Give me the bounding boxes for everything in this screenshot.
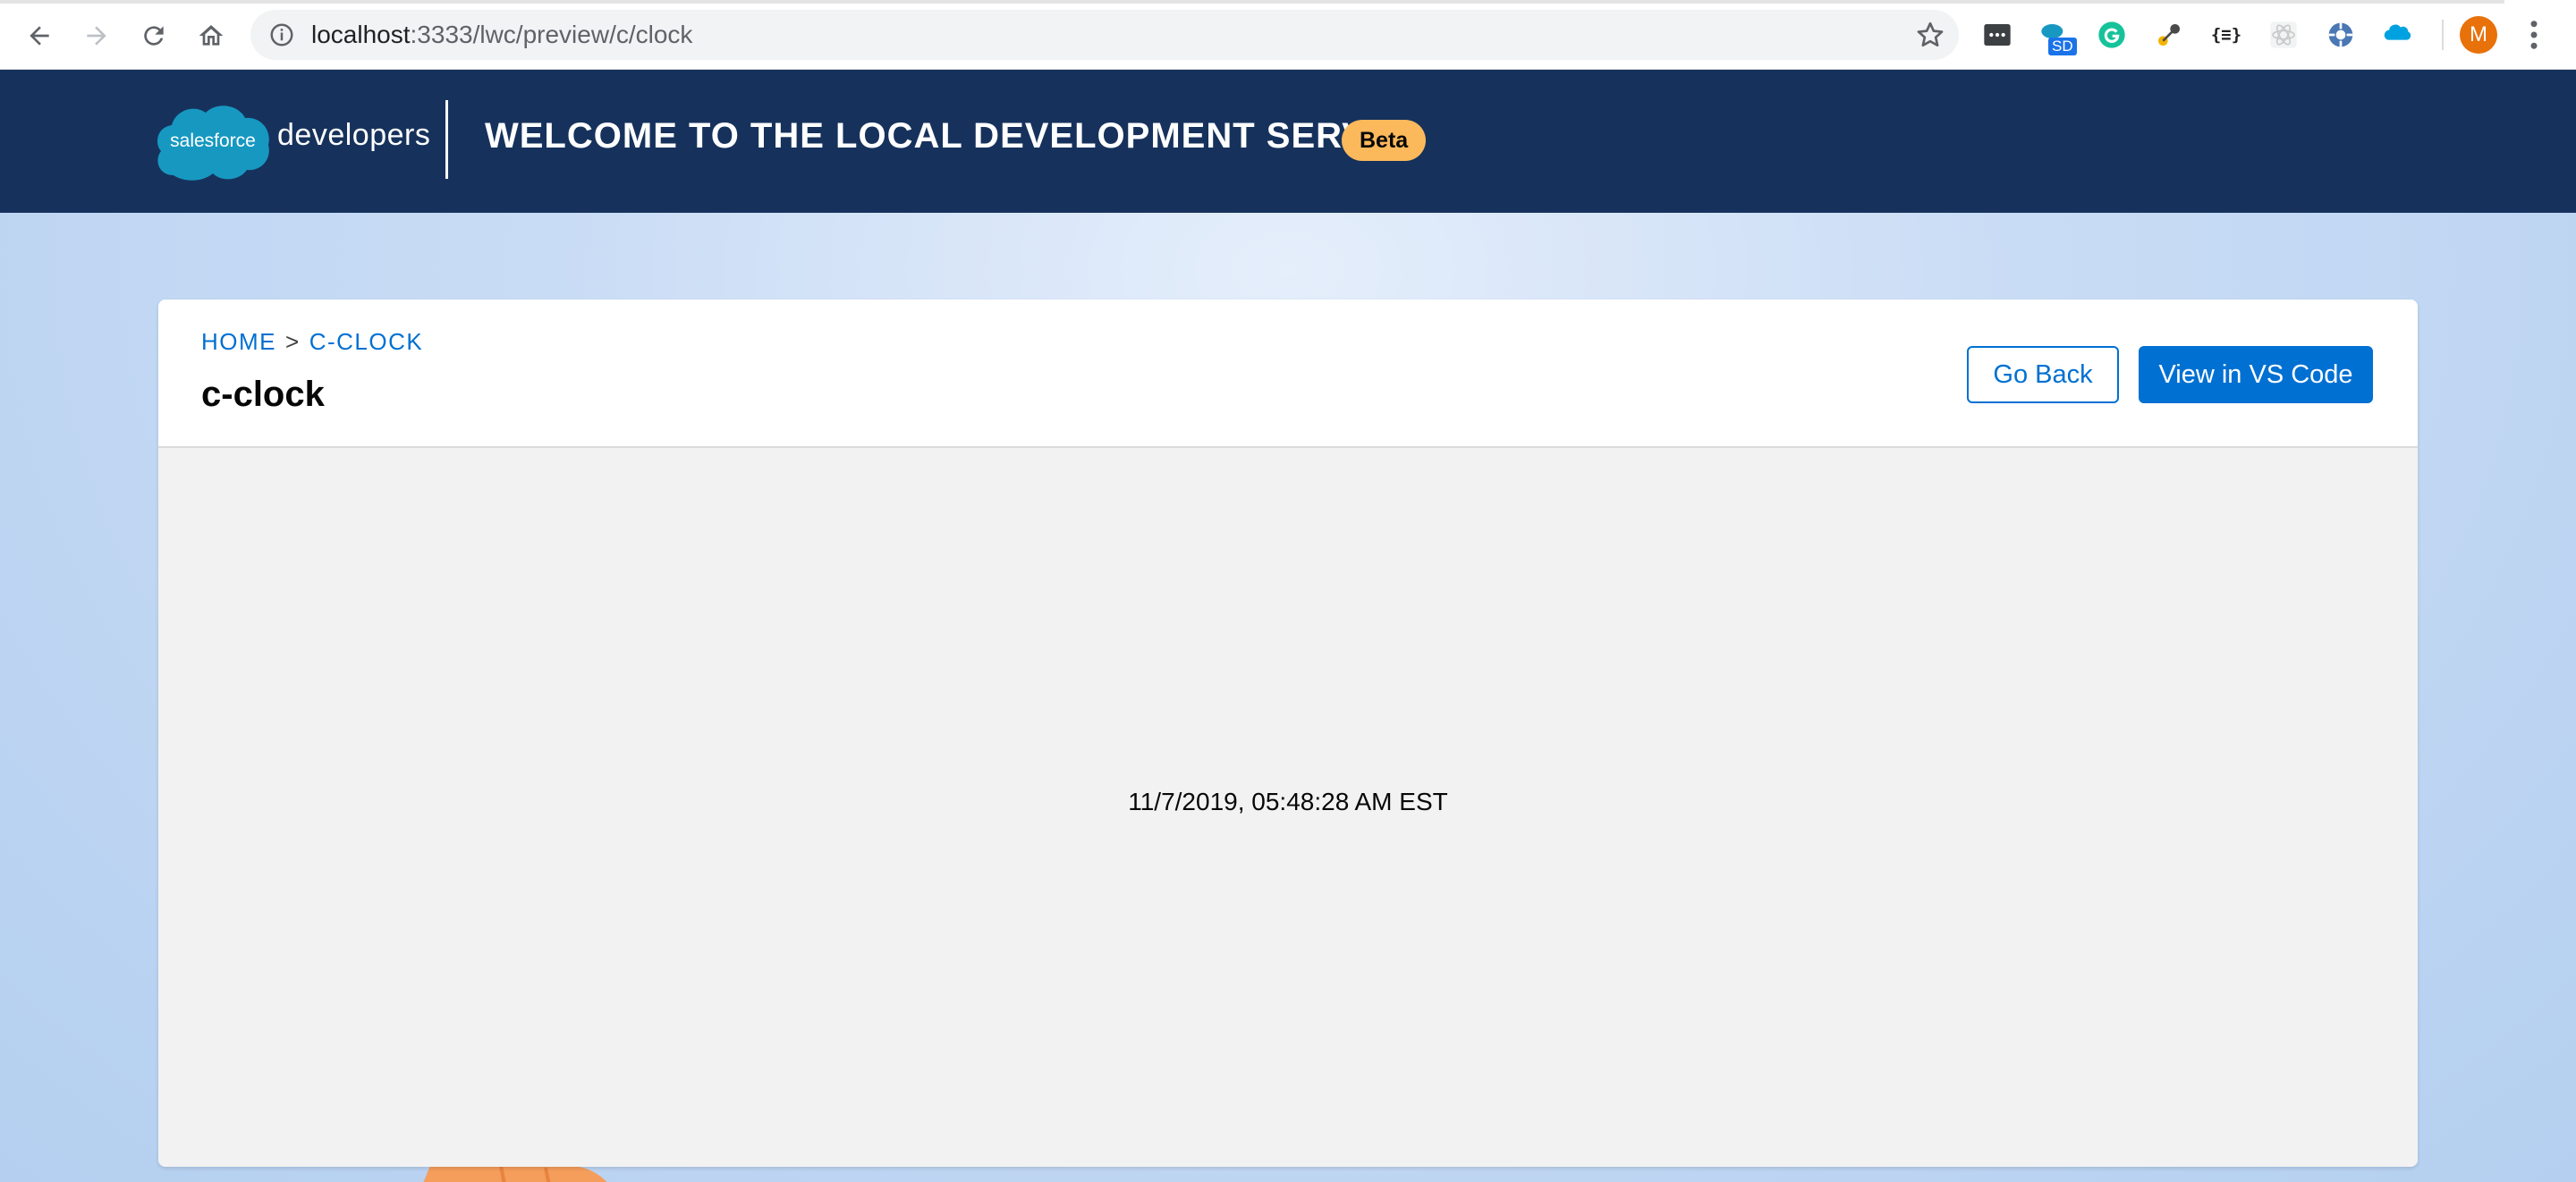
breadcrumb-current-link[interactable]: C-CLOCK	[309, 328, 424, 355]
json-formatter-ext-icon[interactable]: {≡}	[2209, 18, 2243, 52]
json-ext-label: {≡}	[2210, 25, 2242, 45]
grammarly-ext-icon[interactable]	[2095, 18, 2129, 52]
toolbar-separator	[2442, 20, 2444, 50]
breadcrumb: HOME > C-CLOCK	[201, 328, 423, 356]
back-button[interactable]	[20, 16, 59, 55]
clock-output: 11/7/2019, 05:48:28 AM EST	[1128, 788, 1448, 815]
site-header: salesforce developers WELCOME TO THE LOC…	[0, 70, 2576, 213]
react-devtools-ext-icon[interactable]	[2267, 18, 2301, 52]
card-header: HOME > C-CLOCK c-clock Go Back View in VS …	[158, 300, 2418, 448]
browser-toolbar: localhost:3333/lwc/preview/c/clock SD {≡…	[0, 0, 2576, 70]
forward-button[interactable]	[77, 16, 116, 55]
header-divider	[445, 100, 448, 179]
salesforce-sd-ext-icon[interactable]: SD	[2038, 18, 2077, 55]
component-preview-area: 11/7/2019, 05:48:28 AM EST	[158, 448, 2418, 1167]
salesforce-logo[interactable]: salesforce	[154, 100, 272, 182]
logo-developers-text: developers	[277, 118, 431, 152]
terminal-ext-icon[interactable]	[1980, 18, 2014, 52]
header-title: WELCOME TO THE LOCAL DEVELOPMENT SERVER	[485, 116, 1419, 156]
settings-ext-icon[interactable]	[2324, 18, 2358, 52]
reload-button[interactable]	[134, 16, 174, 55]
tracker-ext-icon[interactable]	[2152, 18, 2186, 52]
go-back-button[interactable]: Go Back	[1967, 346, 2119, 403]
beta-badge: Beta	[1342, 120, 1427, 161]
address-bar[interactable]: localhost:3333/lwc/preview/c/clock	[250, 10, 1959, 60]
page-background: salesforce developers WELCOME TO THE LOC…	[0, 70, 2576, 1182]
view-in-vscode-button[interactable]: View in VS Code	[2139, 346, 2373, 403]
page-title: c-clock	[201, 375, 325, 414]
component-card: HOME > C-CLOCK c-clock Go Back View in VS …	[158, 300, 2418, 1167]
arrow-left-icon	[30, 26, 49, 46]
profile-avatar[interactable]: M	[2460, 16, 2497, 54]
home-icon	[199, 25, 224, 46]
url-path: :3333/lwc/preview/c/clock	[410, 21, 693, 48]
info-icon[interactable]	[268, 21, 295, 48]
url-host: localhost	[311, 21, 411, 48]
logo-cloud-text: salesforce	[170, 131, 256, 151]
sd-badge: SD	[2048, 38, 2077, 55]
loading-bar	[0, 0, 2504, 4]
url-text: localhost:3333/lwc/preview/c/clock	[311, 10, 692, 60]
bookmark-star-icon[interactable]	[1914, 19, 1946, 51]
home-button[interactable]	[191, 16, 231, 55]
breadcrumb-separator: >	[285, 328, 301, 355]
salesforce-ext-icon[interactable]	[2381, 18, 2415, 52]
breadcrumb-home-link[interactable]: HOME	[201, 328, 276, 355]
arrow-right-icon	[87, 26, 106, 46]
browser-menu-icon[interactable]	[2528, 16, 2540, 54]
reload-icon	[144, 26, 164, 46]
